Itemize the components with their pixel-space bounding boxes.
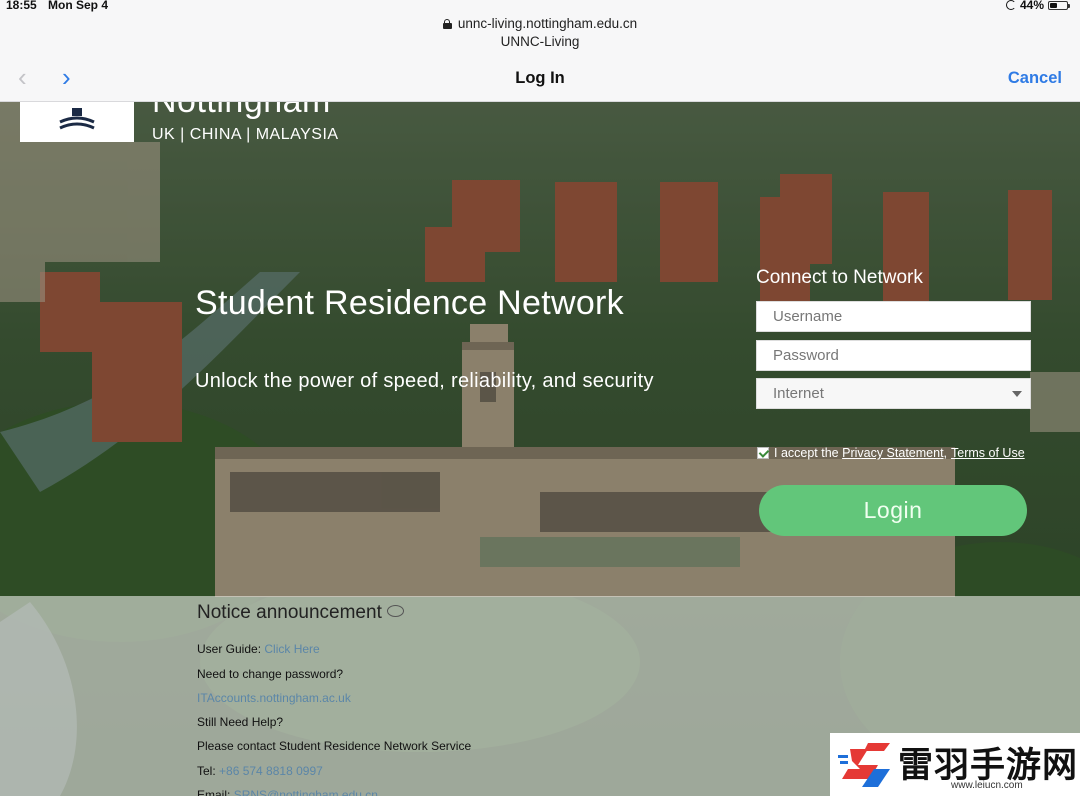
watermark-logo-icon	[838, 743, 890, 787]
site-watermark: 雷羽手游网 www.leiucn.com	[830, 733, 1080, 796]
brand-regions: UK | CHINA | MALAYSIA	[152, 126, 339, 143]
battery-icon	[1048, 0, 1070, 10]
status-bar: 18:55 Mon Sep 4 44%	[0, 0, 1080, 14]
privacy-statement-link[interactable]: Privacy Statement	[842, 446, 943, 460]
connect-heading: Connect to Network	[756, 267, 923, 288]
site-title: UNNC-Living	[500, 34, 580, 49]
hero-subtitle: Unlock the power of speed, reliability, …	[195, 370, 654, 392]
status-time: 18:55	[6, 0, 37, 12]
user-guide-label: User Guide:	[197, 642, 265, 656]
accept-terms-row: I accept the Privacy Statement , Terms o…	[757, 446, 1025, 460]
university-logo	[20, 102, 134, 142]
username-field[interactable]: Username	[756, 301, 1031, 332]
status-right: 44%	[1005, 0, 1070, 12]
login-button[interactable]: Login	[759, 485, 1027, 536]
terms-of-use-link[interactable]: Terms of Use	[951, 446, 1025, 460]
it-accounts-link[interactable]: ITAccounts.nottingham.ac.uk	[197, 691, 351, 705]
dropdown-arrow-icon	[1012, 391, 1022, 397]
rotation-lock-icon	[1005, 0, 1016, 10]
network-selected-value: Internet	[773, 385, 824, 402]
watermark-url: www.leiucn.com	[951, 780, 1023, 791]
speech-bubble-icon	[386, 605, 404, 617]
password-placeholder: Password	[773, 347, 839, 364]
user-guide-line: User Guide: Click Here	[197, 642, 320, 656]
accept-checkbox[interactable]	[757, 447, 769, 459]
accept-prefix: I accept the	[774, 446, 843, 460]
notice-title: Notice announcement	[197, 602, 404, 624]
email-label: Email:	[197, 788, 234, 796]
email-value[interactable]: SRNS@nottingham.edu.cn	[234, 788, 378, 796]
network-select[interactable]: Internet	[756, 378, 1031, 409]
contact-text: Please contact Student Residence Network…	[197, 739, 472, 753]
url-text: unnc-living.nottingham.edu.cn	[457, 16, 638, 31]
username-placeholder: Username	[773, 308, 843, 325]
url-display: unnc-living.nottingham.edu.cn	[0, 16, 1080, 31]
user-guide-link[interactable]: Click Here	[264, 642, 319, 656]
tel-line: Tel: +86 574 8818 0997	[197, 764, 323, 778]
brand-name: Nottingham	[152, 102, 331, 121]
login-sheet-header: unnc-living.nottingham.edu.cn UNNC-Livin…	[0, 14, 1080, 102]
sheet-title: Log In	[515, 69, 565, 87]
crest-icon	[59, 108, 95, 130]
status-date: Mon Sep 4	[48, 0, 109, 12]
still-need-help-text: Still Need Help?	[197, 715, 284, 729]
tel-label: Tel:	[197, 764, 220, 778]
change-password-text: Need to change password?	[197, 667, 344, 681]
web-content: Nottingham UK | CHINA | MALAYSIA Student…	[0, 102, 1080, 796]
battery-level	[1050, 2, 1057, 8]
lock-icon	[442, 19, 452, 29]
tel-value[interactable]: +86 574 8818 0997	[219, 764, 323, 778]
password-field[interactable]: Password	[756, 340, 1031, 371]
hero-title: Student Residence Network	[195, 284, 624, 322]
battery-percent: 44%	[1019, 0, 1044, 12]
notice-title-text: Notice announcement	[197, 602, 382, 623]
email-line: Email: SRNS@nottingham.edu.cn	[197, 788, 378, 796]
link-separator: ,	[943, 446, 948, 460]
cancel-button[interactable]: Cancel	[1008, 69, 1062, 88]
